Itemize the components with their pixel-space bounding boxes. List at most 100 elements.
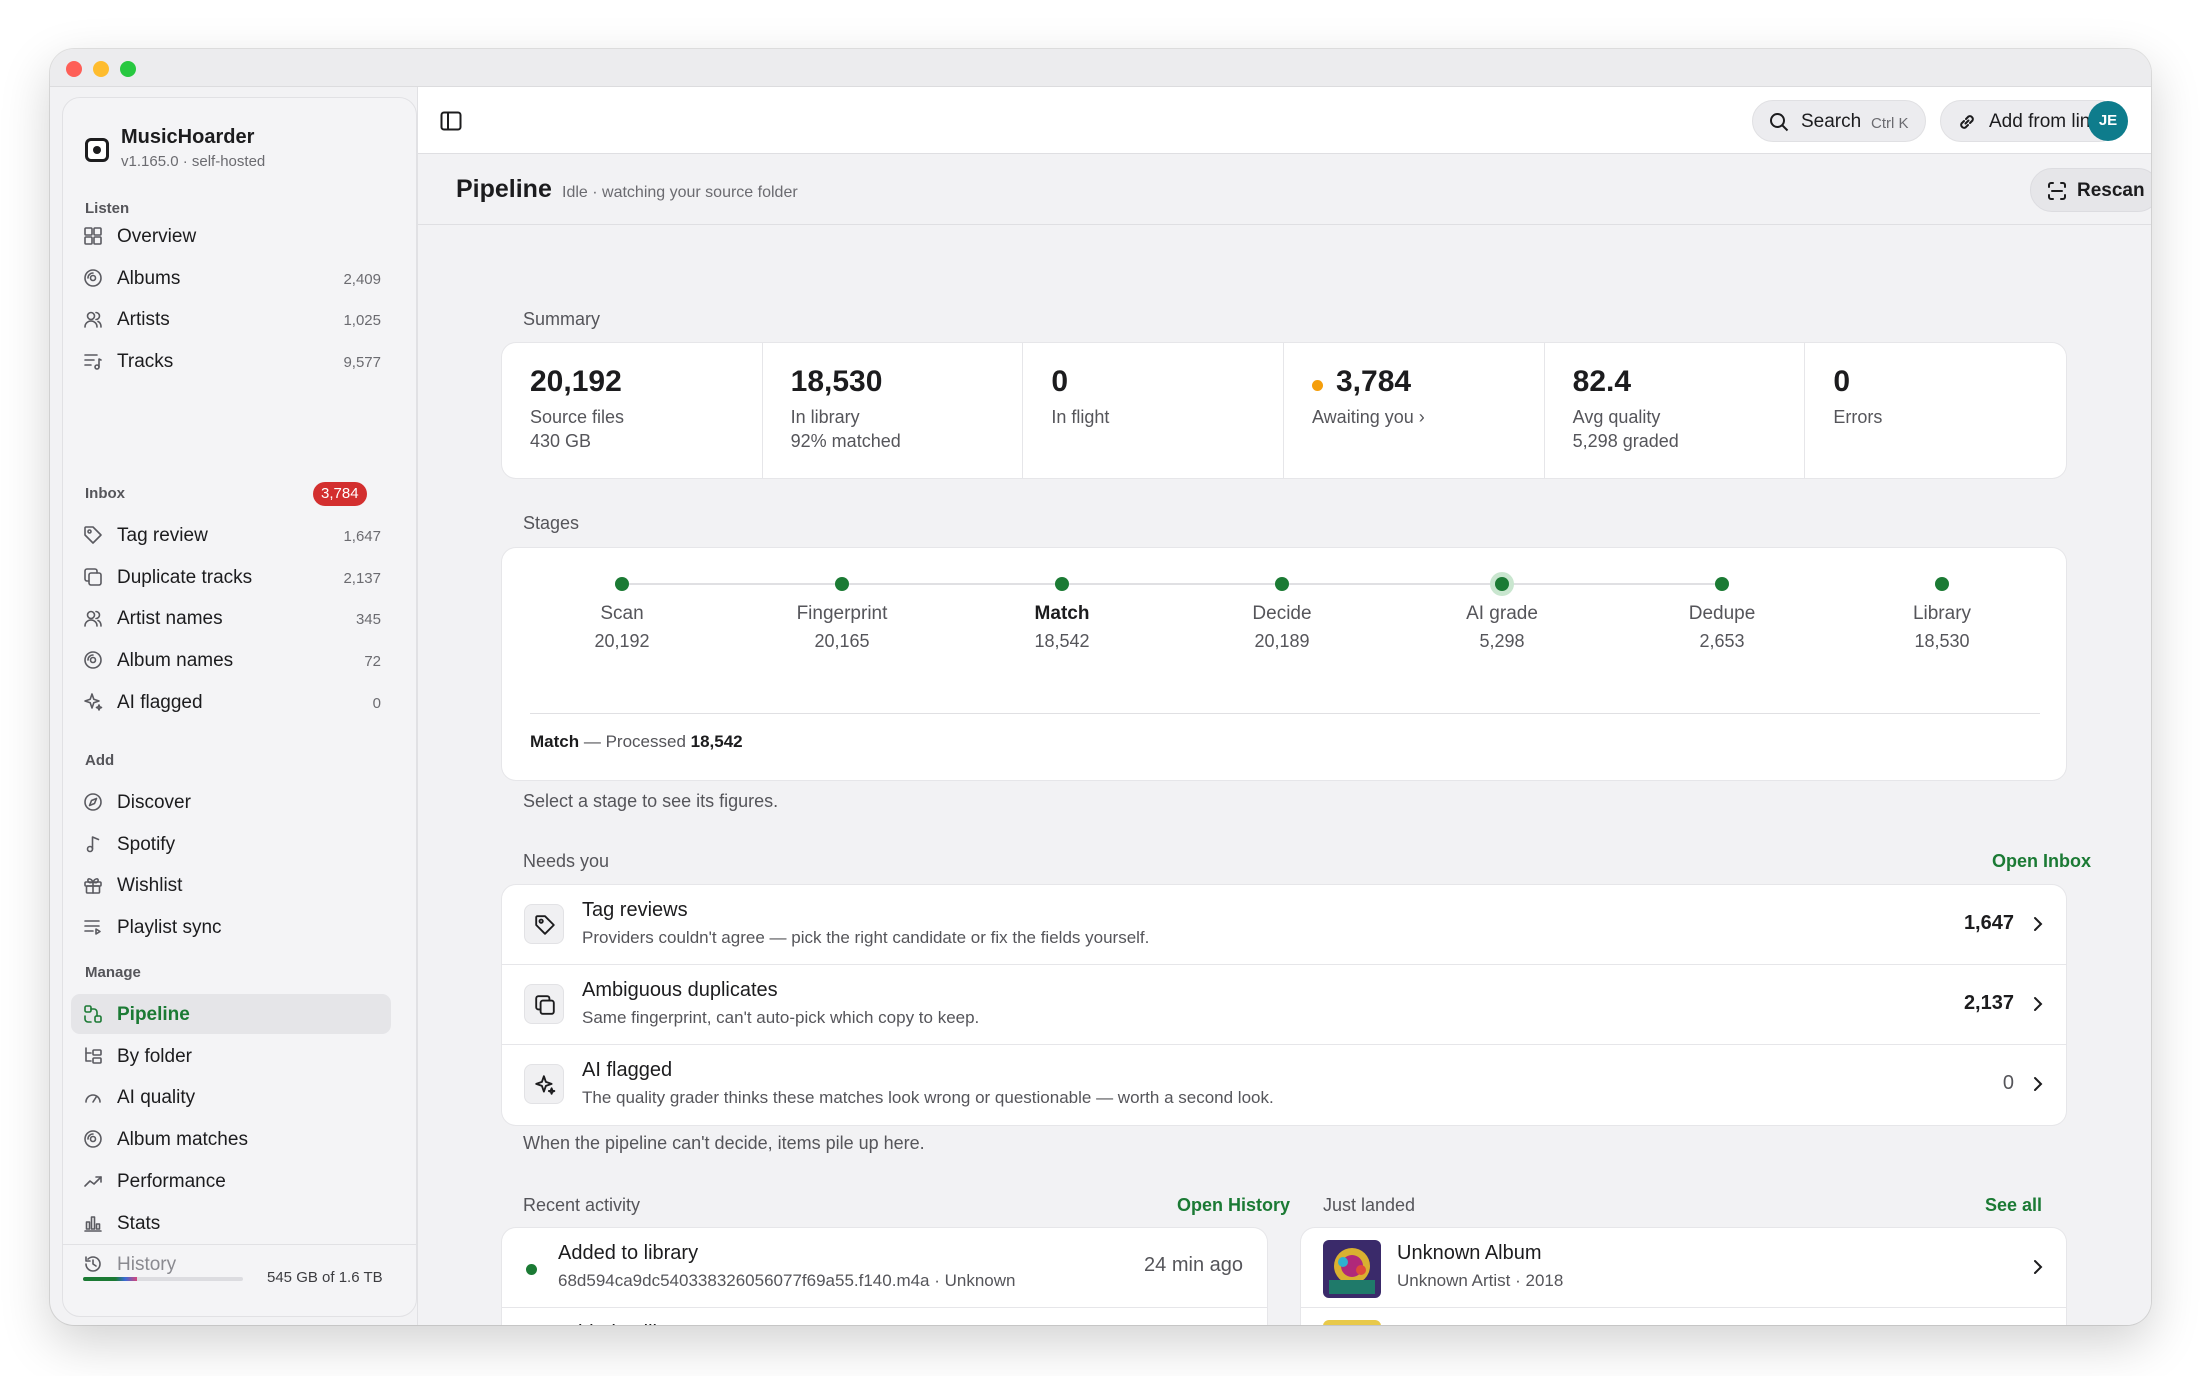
sidebar-item-artists[interactable]: Artists 1,025 bbox=[71, 299, 391, 339]
compass-icon bbox=[83, 792, 103, 812]
sidebar-item-album-matches[interactable]: Album matches bbox=[71, 1119, 391, 1159]
stage-name: Match bbox=[1034, 603, 1090, 624]
link-icon bbox=[1960, 115, 1974, 129]
stage-dot bbox=[615, 577, 629, 591]
page-title: Pipeline bbox=[456, 175, 552, 203]
landed-row-unknown-album[interactable]: Unknown Album Unknown Artist · 2018 bbox=[1301, 1228, 2066, 1308]
needs-you-label: Needs you bbox=[523, 851, 610, 871]
stage-name: Dedupe bbox=[1688, 603, 1756, 624]
sidebar-item-label: Wishlist bbox=[117, 875, 183, 897]
sidebar-item-pipeline[interactable]: Pipeline bbox=[71, 994, 391, 1034]
sidebar-item-ai-flagged[interactable]: AI flagged 0 bbox=[71, 682, 391, 722]
stage-fingerprint[interactable]: Fingerprint 20,165 bbox=[752, 548, 932, 658]
stage-name: Library bbox=[1912, 603, 1972, 624]
needs-row-title: Tag reviews bbox=[582, 899, 688, 921]
sidebar-item-tag-review[interactable]: Tag review 1,647 bbox=[71, 515, 391, 555]
needs-row-count: 0 bbox=[2002, 1072, 2014, 1094]
stage-name: Fingerprint bbox=[796, 603, 888, 624]
sidebar-item-label: Playlist sync bbox=[117, 917, 222, 939]
needs-row-ambiguous-duplicates[interactable]: Ambiguous duplicates Same fingerprint, ca… bbox=[502, 965, 2066, 1045]
sidebar-item-label: Artist names bbox=[117, 608, 223, 630]
just-landed-label: Just landed bbox=[1323, 1195, 1416, 1215]
stage-library[interactable]: Library 18,530 bbox=[1852, 548, 2032, 658]
summary-stat-awaiting-you[interactable]: 3,784 Awaiting you › bbox=[1284, 343, 1545, 478]
sidebar-item-label: Spotify bbox=[117, 833, 176, 855]
chevron-right-icon bbox=[2032, 1074, 2044, 1094]
stages-card: Scan 20,192 Fingerprint 20,165 Match 18,542 De… bbox=[502, 548, 2066, 780]
sidebar-item-ai-quality[interactable]: AI quality bbox=[71, 1077, 391, 1117]
stage-dot bbox=[1495, 577, 1509, 591]
avatar[interactable]: JE bbox=[2088, 101, 2128, 141]
stage-decide[interactable]: Decide 20,189 bbox=[1192, 548, 1372, 658]
zoom-window-button[interactable] bbox=[120, 61, 136, 77]
stat-value: 3,784 bbox=[1336, 365, 1412, 398]
needs-row-count: 1,647 bbox=[1963, 912, 2014, 934]
activity-title: Added to library bbox=[558, 1322, 698, 1325]
sidebar: MusicHoarder v1.165.0 · self-hosted List… bbox=[62, 97, 417, 1317]
stage-dedupe[interactable]: Dedupe 2,653 bbox=[1632, 548, 1812, 658]
landed-row-bettye-swann[interactable]: Bettye SwannBettye Swann · 2004 bbox=[1301, 1308, 2066, 1325]
sidebar-item-duplicate-tracks[interactable]: Duplicate tracks 2,137 bbox=[71, 557, 391, 597]
stat-label: Avg quality bbox=[1572, 407, 1661, 427]
sidebar-item-stats[interactable]: Stats bbox=[71, 1203, 391, 1243]
sidebar-toggle-icon[interactable] bbox=[440, 111, 462, 131]
copy-icon bbox=[524, 984, 564, 1024]
needs-row-title: AI flagged bbox=[582, 1059, 673, 1081]
sidebar-item-label: Tracks bbox=[117, 351, 174, 373]
sidebar-item-artist-names[interactable]: Artist names 345 bbox=[71, 598, 391, 638]
playlist-icon bbox=[83, 917, 103, 937]
sidebar-item-by-folder[interactable]: By folder bbox=[71, 1036, 391, 1076]
stage-scan[interactable]: Scan 20,192 bbox=[532, 548, 712, 658]
activity-status-dot bbox=[526, 1264, 537, 1275]
open-inbox-link[interactable]: Open Inbox bbox=[1992, 851, 2091, 872]
stage-name: Decide bbox=[1252, 603, 1312, 624]
search-button[interactable]: Search Ctrl K bbox=[1752, 100, 1926, 142]
needs-row-tag-reviews[interactable]: Tag reviews Providers couldn't agree — pi… bbox=[502, 885, 2066, 965]
sidebar-item-discover[interactable]: Discover bbox=[71, 782, 391, 822]
sidebar-item-performance[interactable]: Performance bbox=[71, 1161, 391, 1201]
stage-count: 18,542 bbox=[1034, 631, 1090, 651]
rescan-button[interactable]: Rescan bbox=[2030, 168, 2151, 212]
activity-time: 24 min ago bbox=[1144, 1254, 1243, 1276]
open-history-link[interactable]: Open History bbox=[1177, 1195, 1290, 1216]
app-logo-icon bbox=[85, 138, 109, 162]
stat-sublabel: 92% matched bbox=[790, 431, 901, 451]
sidebar-item-spotify[interactable]: Spotify bbox=[71, 824, 391, 864]
sidebar-item-count: 0 bbox=[372, 694, 381, 712]
sidebar-item-playlist-sync[interactable]: Playlist sync bbox=[71, 907, 391, 947]
stage-detail-value: 18,542 bbox=[690, 732, 743, 751]
bar-chart-icon bbox=[83, 1213, 103, 1233]
activity-row[interactable]: Added to library 68d594ca9dc5403383260560… bbox=[502, 1228, 1267, 1308]
sidebar-item-count: 2,137 bbox=[343, 569, 381, 587]
sidebar-item-tracks[interactable]: Tracks 9,577 bbox=[71, 341, 391, 381]
gift-icon bbox=[83, 875, 103, 895]
section-label-add: Add bbox=[85, 752, 115, 769]
inbox-count-badge: 3,784 bbox=[313, 482, 367, 506]
stages-hint: Select a stage to see its figures. bbox=[523, 791, 779, 811]
sidebar-item-overview[interactable]: Overview bbox=[71, 216, 391, 256]
needs-row-description: Providers couldn't agree — pick the righ… bbox=[582, 928, 1150, 947]
awaiting-status-dot bbox=[1312, 380, 1323, 391]
stage-ai-grade[interactable]: AI grade 5,298 bbox=[1412, 548, 1592, 658]
list-music-icon bbox=[83, 351, 103, 371]
summary-stat-in-flight: 0 In flight bbox=[1023, 343, 1284, 478]
sidebar-item-wishlist[interactable]: Wishlist bbox=[71, 865, 391, 905]
rescan-label: Rescan bbox=[2077, 180, 2145, 201]
stage-match[interactable]: Match 18,542 bbox=[972, 548, 1152, 658]
scan-icon bbox=[2048, 182, 2066, 200]
needs-row-ai-flagged[interactable]: AI flagged The quality grader thinks thes… bbox=[502, 1045, 2066, 1125]
stage-detail: Match — Processed 18,542 bbox=[530, 732, 743, 752]
needs-you-card: Tag reviews Providers couldn't agree — pi… bbox=[502, 885, 2066, 1125]
activity-row[interactable]: Added to libraryd977c5f691dc45eebce22b0f… bbox=[502, 1308, 1267, 1325]
add-from-link-label: Add from link bbox=[1989, 111, 2100, 132]
close-window-button[interactable] bbox=[66, 61, 82, 77]
sidebar-item-album-names[interactable]: Album names 72 bbox=[71, 640, 391, 680]
see-all-link[interactable]: See all bbox=[1985, 1195, 2042, 1216]
chevron-right-icon bbox=[2032, 1257, 2044, 1277]
gauge-icon bbox=[83, 1087, 103, 1107]
sidebar-item-albums[interactable]: Albums 2,409 bbox=[71, 258, 391, 298]
recent-activity-label: Recent activity bbox=[523, 1195, 641, 1215]
stat-value: 18,530 bbox=[790, 365, 883, 398]
stage-dot bbox=[1715, 577, 1729, 591]
minimize-window-button[interactable] bbox=[93, 61, 109, 77]
